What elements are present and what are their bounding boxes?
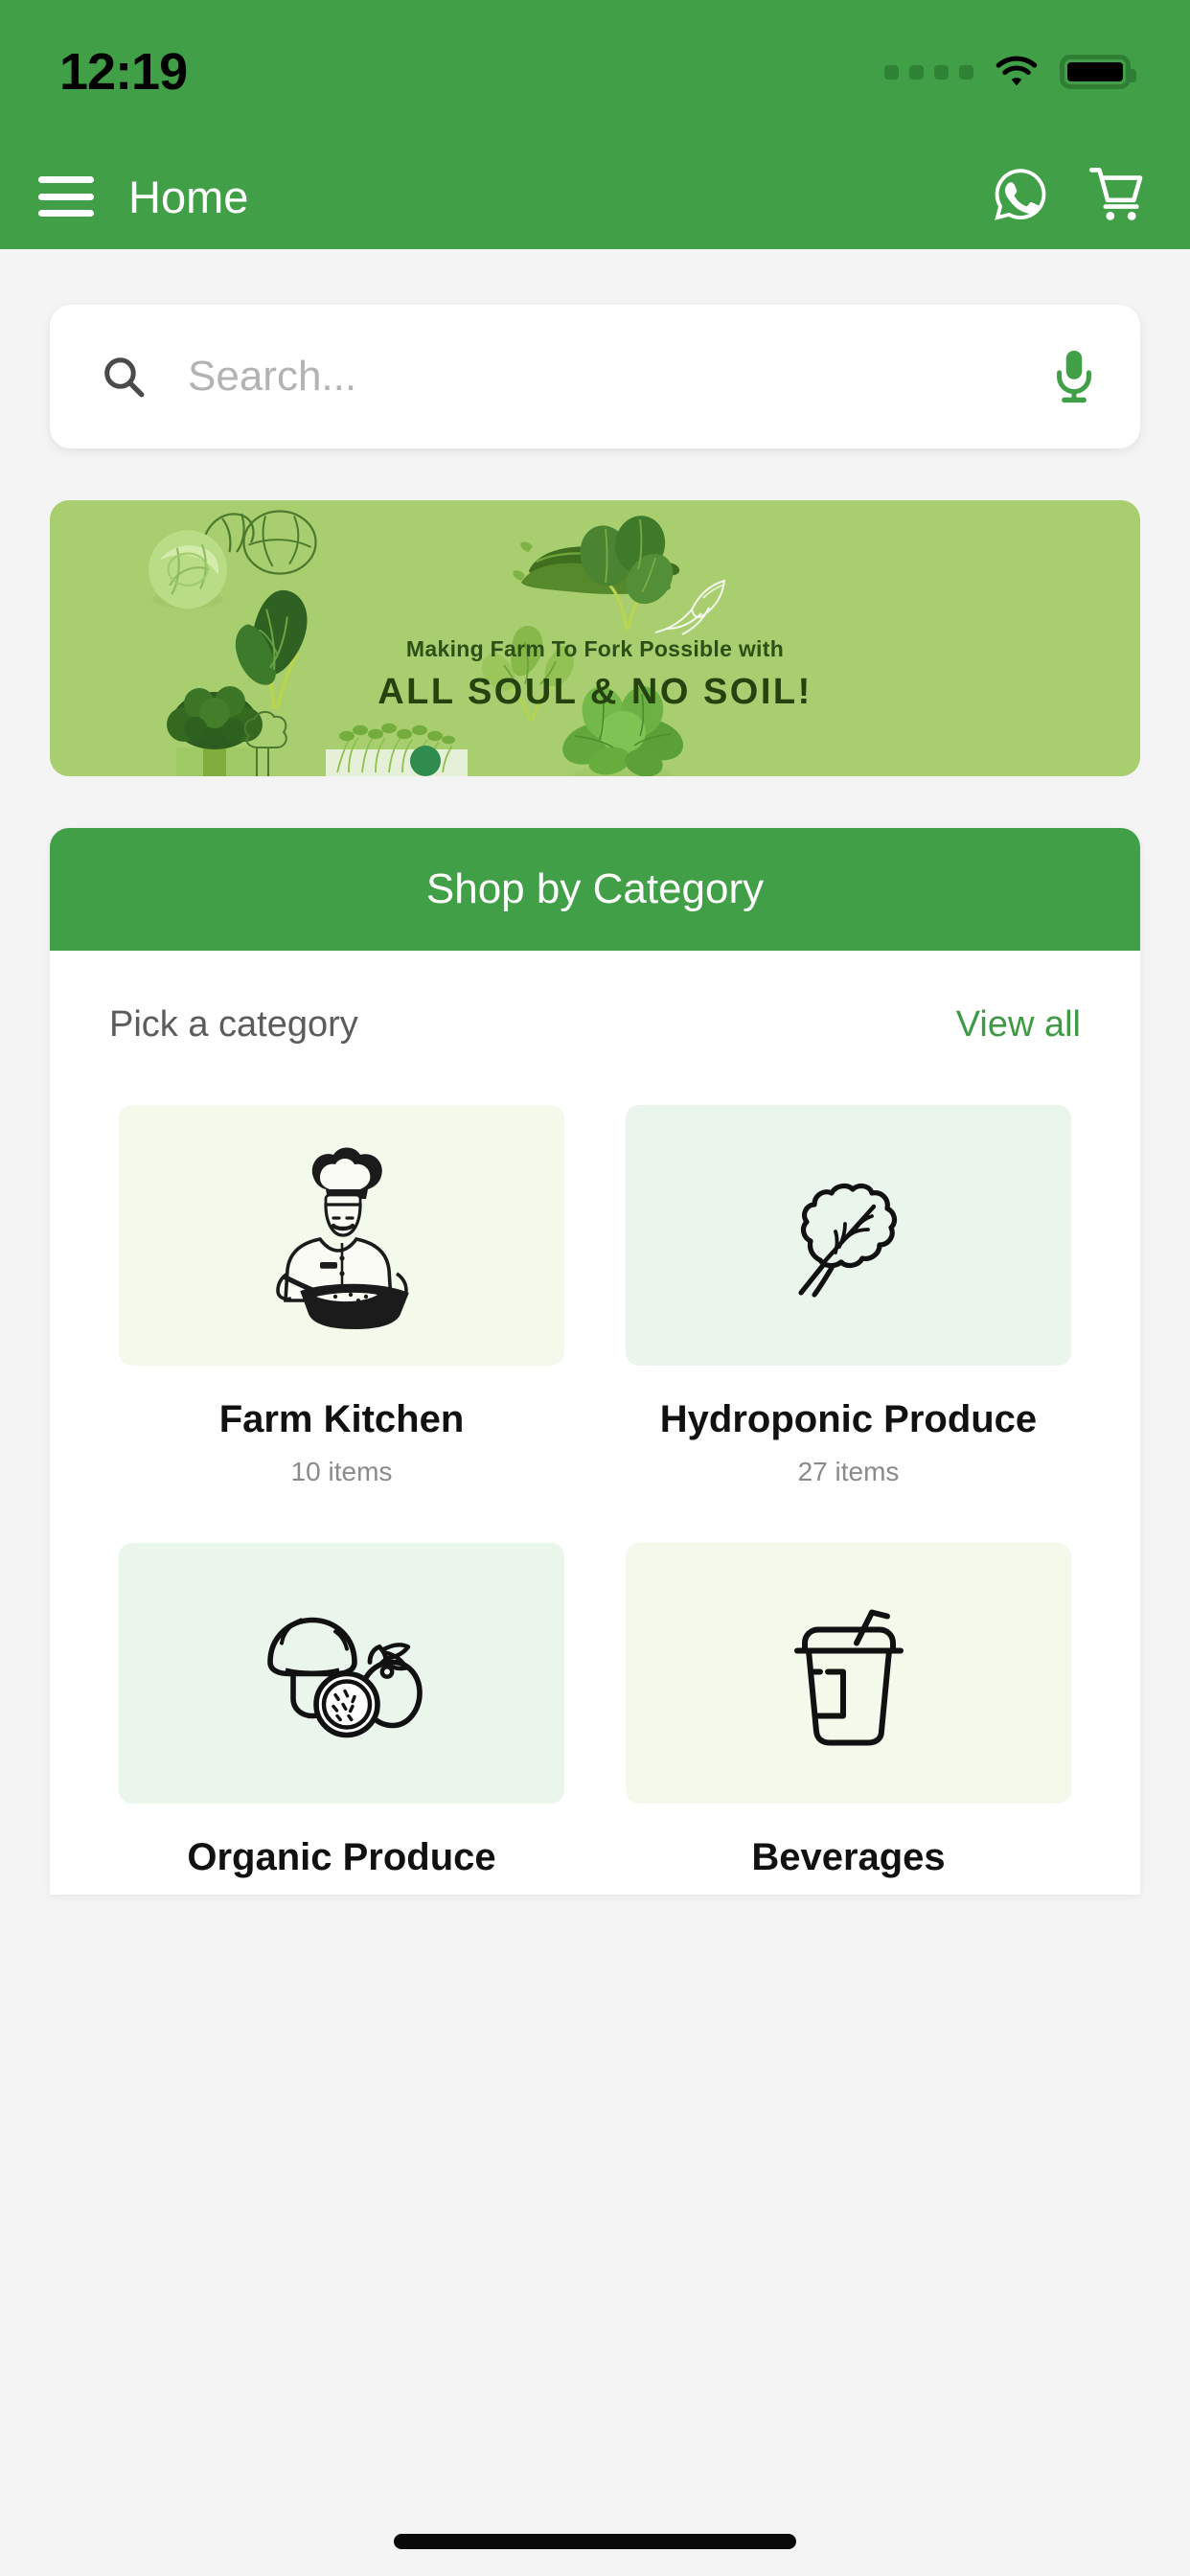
category-tile — [119, 1105, 564, 1366]
search-input[interactable] — [188, 353, 1052, 401]
battery-full-icon — [1060, 55, 1136, 89]
category-card-header: Shop by Category — [50, 828, 1140, 951]
promo-banner[interactable]: Making Farm To Fork Possible with ALL SO… — [50, 500, 1140, 776]
drink-cup-icon — [793, 1609, 904, 1745]
home-indicator — [394, 2534, 796, 2549]
status-bar: 12:19 — [0, 0, 1190, 144]
view-all-link[interactable]: View all — [956, 1004, 1081, 1046]
microphone-icon[interactable] — [1052, 348, 1096, 405]
app-bar-left: Home — [38, 171, 248, 223]
shop-by-category-card: Shop by Category Pick a category View al… — [50, 828, 1140, 1895]
category-item-organic-produce[interactable]: Organic Produce — [119, 1543, 564, 1895]
category-grid: Farm Kitchen 10 items Hydroponic Produce — [50, 1046, 1140, 1895]
search-icon — [100, 353, 148, 401]
whatsapp-icon[interactable] — [991, 165, 1050, 229]
spinach-line-art-icon — [654, 579, 726, 635]
category-item-beverages[interactable]: Beverages — [626, 1543, 1071, 1895]
category-item-hydroponic-produce[interactable]: Hydroponic Produce 27 items — [626, 1105, 1071, 1487]
search-bar[interactable] — [50, 305, 1140, 448]
signal-dots-icon — [884, 64, 973, 80]
shopping-cart-icon[interactable] — [1088, 166, 1150, 228]
banner-text: Making Farm To Fork Possible with ALL SO… — [50, 636, 1140, 713]
category-subheader-row: Pick a category View all — [50, 951, 1140, 1046]
category-tile — [119, 1543, 564, 1804]
hamburger-menu-icon[interactable] — [38, 176, 94, 217]
page-title: Home — [128, 171, 249, 222]
status-icons — [884, 55, 1136, 89]
category-name: Hydroponic Produce — [659, 1398, 1038, 1440]
app-bar: Home — [0, 144, 1190, 249]
pick-a-category-label: Pick a category — [109, 1004, 358, 1045]
status-time: 12:19 — [59, 43, 188, 101]
category-item-farm-kitchen[interactable]: Farm Kitchen 10 items — [119, 1105, 564, 1487]
app-screen: 12:19 Home Search... Making Farm To Fork… — [0, 0, 1190, 2576]
banner-subtitle: Making Farm To Fork Possible with — [405, 636, 785, 661]
app-bar-actions — [991, 165, 1150, 229]
category-tile — [626, 1105, 1071, 1366]
category-name: Beverages — [751, 1836, 946, 1878]
category-count: 27 items — [797, 1457, 900, 1486]
mushroom-fruit-icon — [266, 1617, 423, 1737]
leafy-green-icon — [797, 1183, 897, 1298]
category-name: Organic Produce — [187, 1836, 496, 1878]
chef-icon — [275, 1147, 409, 1329]
wifi-icon — [995, 55, 1039, 89]
category-name: Farm Kitchen — [218, 1398, 465, 1440]
category-card-title: Shop by Category — [425, 865, 765, 912]
category-count: 10 items — [290, 1457, 393, 1486]
scroll-content[interactable]: Making Farm To Fork Possible with ALL SO… — [0, 249, 1190, 2576]
banner-headline: ALL SOUL & NO SOIL! — [378, 672, 812, 712]
search-section — [50, 305, 1140, 448]
category-tile — [626, 1543, 1071, 1804]
